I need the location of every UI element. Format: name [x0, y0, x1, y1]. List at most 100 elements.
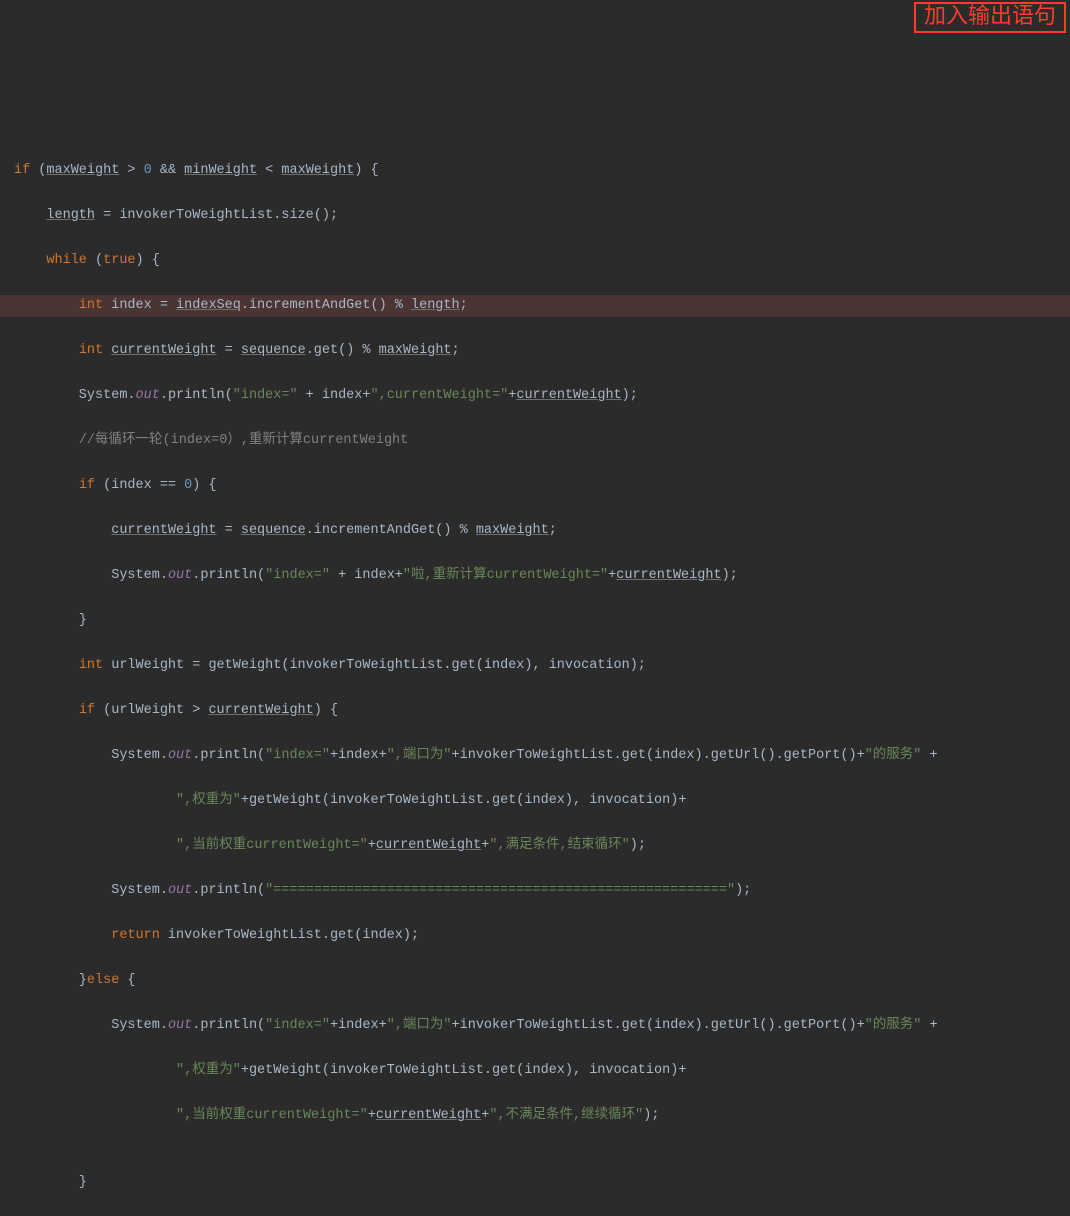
code-line[interactable]: if (index == 0) { — [14, 475, 1070, 498]
code-line[interactable]: if (maxWeight > 0 && minWeight < maxWeig… — [14, 160, 1070, 183]
indent — [14, 253, 46, 268]
code-line[interactable]: if (urlWeight > currentWeight) { — [14, 700, 1070, 723]
code-line[interactable]: } — [14, 610, 1070, 633]
text: System. — [14, 568, 168, 583]
text: .println( — [192, 883, 265, 898]
code-line[interactable]: System.out.println("index=" + index+"啦,重… — [14, 565, 1070, 588]
text: = — [217, 343, 241, 358]
text: } — [14, 973, 87, 988]
var: minWeight — [184, 163, 257, 178]
text: < — [257, 163, 281, 178]
text: (urlWeight > — [95, 703, 208, 718]
indent — [14, 838, 176, 853]
text: ; — [549, 523, 557, 538]
text: System. — [14, 748, 168, 763]
var: length — [411, 298, 460, 313]
string: "啦,重新计算currentWeight=" — [403, 568, 608, 583]
keyword: if — [14, 163, 30, 178]
indent — [14, 1063, 176, 1078]
keyword: int — [79, 658, 103, 673]
text: + — [368, 1108, 376, 1123]
var: currentWeight — [616, 568, 721, 583]
code-line[interactable]: currentWeight = sequence.incrementAndGet… — [14, 520, 1070, 543]
text: +invokerToWeightList.get(index).getUrl()… — [452, 1018, 865, 1033]
text: .println( — [160, 388, 233, 403]
text: (index == — [95, 478, 184, 493]
text: System. — [14, 388, 136, 403]
code-line[interactable]: } — [14, 1172, 1070, 1195]
text: +invokerToWeightList.get(index).getUrl()… — [452, 748, 865, 763]
string: ",端口为" — [387, 1018, 452, 1033]
text: } — [14, 1175, 87, 1190]
string: "的服务" — [865, 1018, 922, 1033]
var: maxWeight — [476, 523, 549, 538]
text: invokerToWeightList.get(index); — [160, 928, 419, 943]
field: out — [168, 883, 192, 898]
var: currentWeight — [208, 703, 313, 718]
code-line[interactable]: System.out.println("index="+index+",端口为"… — [14, 745, 1070, 768]
code-line[interactable]: int urlWeight = getWeight(invokerToWeigh… — [14, 655, 1070, 678]
text: index = — [103, 298, 176, 313]
field: out — [136, 388, 160, 403]
text: ) { — [354, 163, 378, 178]
code-line[interactable]: }else { — [14, 970, 1070, 993]
text: + index+ — [298, 388, 371, 403]
var: currentWeight — [516, 388, 621, 403]
keyword: if — [79, 478, 95, 493]
indent — [14, 928, 111, 943]
keyword: if — [79, 703, 95, 718]
text: ) { — [192, 478, 216, 493]
code-line[interactable]: //每循环一轮(index=0）,重新计算currentWeight — [14, 430, 1070, 453]
code-line[interactable]: ",当前权重currentWeight="+currentWeight+",不满… — [14, 1105, 1070, 1128]
text: { — [119, 973, 135, 988]
string: ",满足条件,结束循环" — [489, 838, 629, 853]
number: 0 — [144, 163, 152, 178]
code-editor[interactable]: if (maxWeight > 0 && minWeight < maxWeig… — [0, 135, 1070, 1216]
code-line[interactable]: ",权重为"+getWeight(invokerToWeightList.get… — [14, 1060, 1070, 1083]
text: + — [481, 838, 489, 853]
indent — [14, 298, 79, 313]
var: sequence — [241, 343, 306, 358]
code-line[interactable]: ",当前权重currentWeight="+currentWeight+",满足… — [14, 835, 1070, 858]
text: = — [217, 523, 241, 538]
code-line[interactable]: System.out.println("index="+index+",端口为"… — [14, 1015, 1070, 1038]
text: + — [368, 838, 376, 853]
field: out — [168, 748, 192, 763]
text: + — [921, 1018, 937, 1033]
indent — [14, 703, 79, 718]
code-line-highlighted[interactable]: int index = indexSeq.incrementAndGet() %… — [0, 295, 1070, 318]
text: ; — [452, 343, 460, 358]
string: "=======================================… — [265, 883, 735, 898]
indent — [14, 1108, 176, 1123]
code-line[interactable]: while (true) { — [14, 250, 1070, 273]
var: maxWeight — [281, 163, 354, 178]
text: ); — [735, 883, 751, 898]
code-line[interactable]: int currentWeight = sequence.get() % max… — [14, 340, 1070, 363]
text: && — [152, 163, 184, 178]
var: indexSeq — [176, 298, 241, 313]
indent — [14, 433, 79, 448]
text: ) { — [136, 253, 160, 268]
var: sequence — [241, 523, 306, 538]
string: "index=" — [265, 748, 330, 763]
var: length — [46, 208, 95, 223]
text: +index+ — [330, 1018, 387, 1033]
string: ",当前权重currentWeight=" — [176, 1108, 368, 1123]
text: .println( — [192, 568, 265, 583]
text: .incrementAndGet() % — [241, 298, 411, 313]
code-line[interactable]: System.out.println("====================… — [14, 880, 1070, 903]
text: +getWeight(invokerToWeightList.get(index… — [241, 793, 687, 808]
code-line[interactable]: System.out.println("index=" + index+",cu… — [14, 385, 1070, 408]
indent — [14, 478, 79, 493]
code-line[interactable]: ",权重为"+getWeight(invokerToWeightList.get… — [14, 790, 1070, 813]
string: "index=" — [233, 388, 298, 403]
text: System. — [14, 1018, 168, 1033]
comment: //每循环一轮(index=0）,重新计算currentWeight — [79, 433, 408, 448]
text: + — [481, 1108, 489, 1123]
code-line[interactable]: return invokerToWeightList.get(index); — [14, 925, 1070, 948]
indent — [14, 208, 46, 223]
indent — [14, 658, 79, 673]
text: .get() % — [306, 343, 379, 358]
text: ; — [460, 298, 468, 313]
code-line[interactable]: length = invokerToWeightList.size(); — [14, 205, 1070, 228]
